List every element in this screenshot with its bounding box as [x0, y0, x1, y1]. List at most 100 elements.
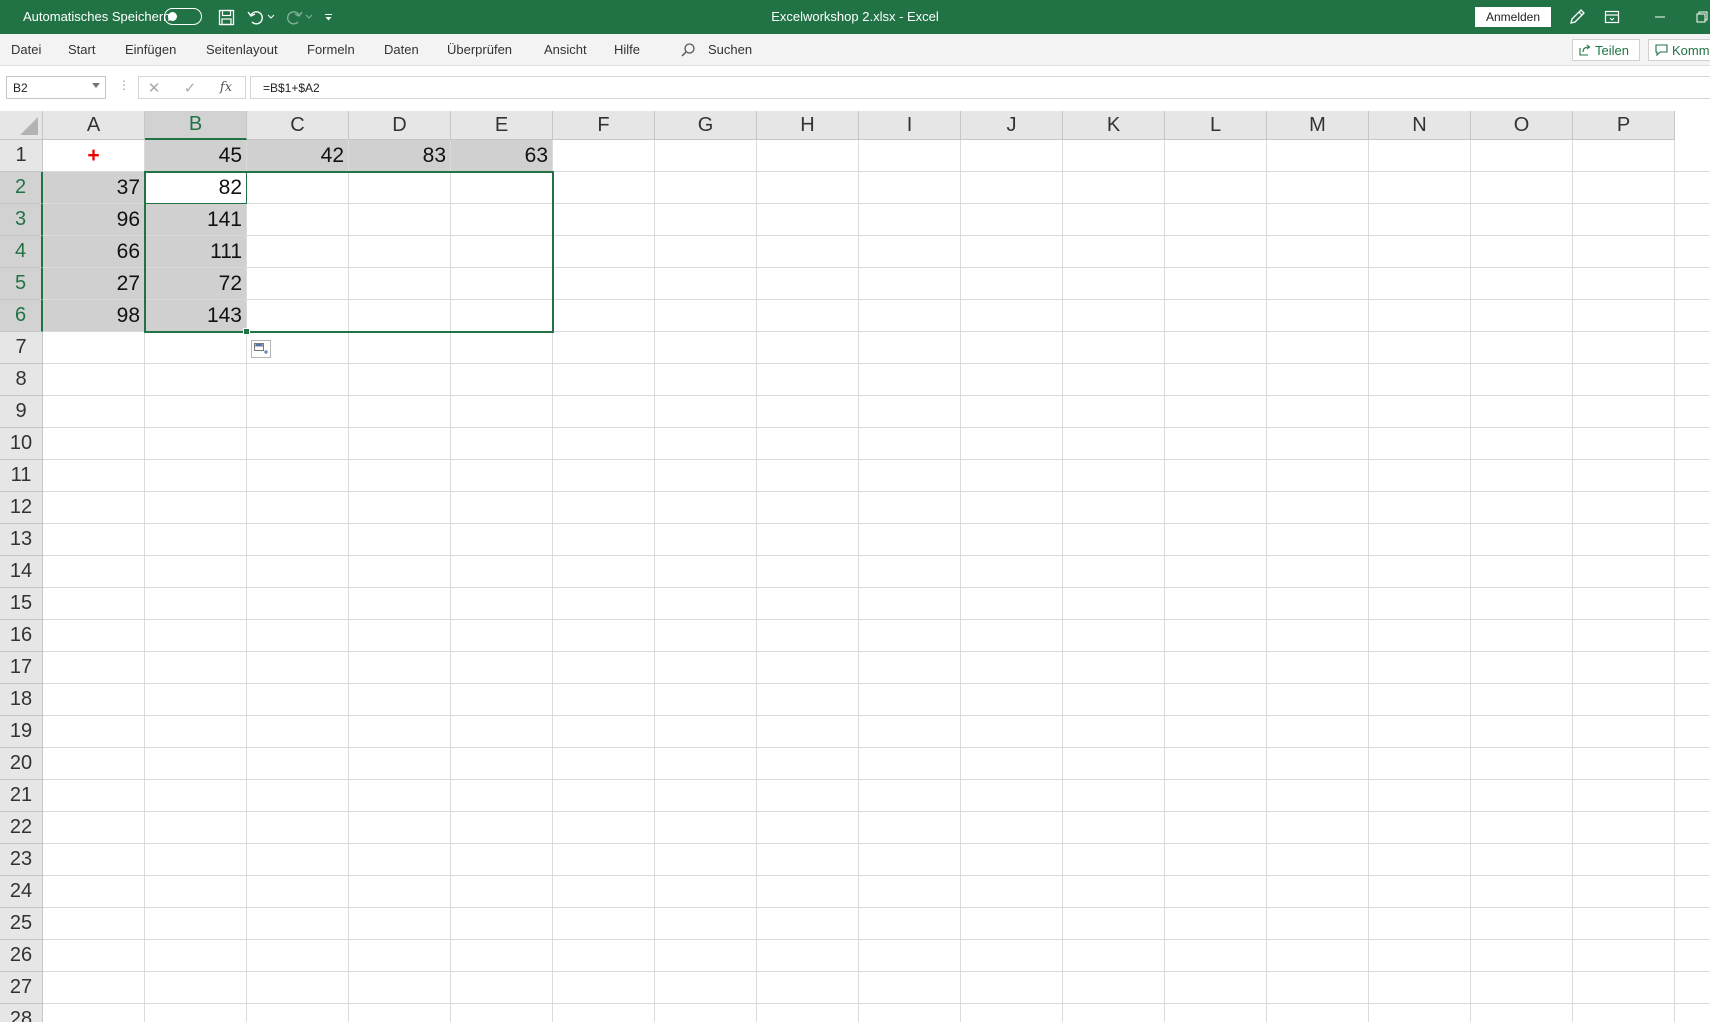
cell[interactable] — [1675, 236, 1710, 268]
cell-g19[interactable] — [655, 716, 757, 748]
cell-g27[interactable] — [655, 972, 757, 1004]
cell-b12[interactable] — [145, 492, 247, 524]
cell-m11[interactable] — [1267, 460, 1369, 492]
cell[interactable] — [1675, 332, 1710, 364]
cell[interactable] — [1675, 844, 1710, 876]
cell-o18[interactable] — [1471, 684, 1573, 716]
cell-l15[interactable] — [1165, 588, 1267, 620]
cell-e27[interactable] — [451, 972, 553, 1004]
cell-o11[interactable] — [1471, 460, 1573, 492]
cell-f2[interactable] — [553, 172, 655, 204]
cell-l10[interactable] — [1165, 428, 1267, 460]
cell-a13[interactable] — [43, 524, 145, 556]
cell-b2[interactable]: 82 — [145, 172, 247, 204]
cell-d28[interactable] — [349, 1004, 451, 1022]
cell-h10[interactable] — [757, 428, 859, 460]
cell-f24[interactable] — [553, 876, 655, 908]
cell-h20[interactable] — [757, 748, 859, 780]
row-header-28[interactable]: 28 — [0, 1004, 43, 1022]
cell-e1[interactable]: 63 — [451, 140, 553, 172]
cell-i27[interactable] — [859, 972, 961, 1004]
cell-f12[interactable] — [553, 492, 655, 524]
cell-a16[interactable] — [43, 620, 145, 652]
cell-n19[interactable] — [1369, 716, 1471, 748]
cell-c9[interactable] — [247, 396, 349, 428]
cell-k24[interactable] — [1063, 876, 1165, 908]
cell-d26[interactable] — [349, 940, 451, 972]
cell-d1[interactable]: 83 — [349, 140, 451, 172]
cell[interactable] — [1675, 972, 1710, 1004]
cell-h14[interactable] — [757, 556, 859, 588]
cell-j2[interactable] — [961, 172, 1063, 204]
cell-p28[interactable] — [1573, 1004, 1675, 1022]
row-header-19[interactable]: 19 — [0, 716, 43, 748]
cell-o1[interactable] — [1471, 140, 1573, 172]
cell[interactable] — [1675, 556, 1710, 588]
tab-seitenlayout[interactable]: Seitenlayout — [206, 42, 278, 57]
cell-e5[interactable] — [451, 268, 553, 300]
cell-m2[interactable] — [1267, 172, 1369, 204]
row-header-14[interactable]: 14 — [0, 556, 43, 588]
cell-i21[interactable] — [859, 780, 961, 812]
cell-k12[interactable] — [1063, 492, 1165, 524]
cell-n17[interactable] — [1369, 652, 1471, 684]
cell-e22[interactable] — [451, 812, 553, 844]
cell-m17[interactable] — [1267, 652, 1369, 684]
cell-m16[interactable] — [1267, 620, 1369, 652]
cell-e3[interactable] — [451, 204, 553, 236]
cell-e9[interactable] — [451, 396, 553, 428]
cell-f19[interactable] — [553, 716, 655, 748]
cell-d5[interactable] — [349, 268, 451, 300]
cell-j26[interactable] — [961, 940, 1063, 972]
cell[interactable] — [1675, 716, 1710, 748]
cell-c27[interactable] — [247, 972, 349, 1004]
cell[interactable] — [1675, 204, 1710, 236]
cell-o3[interactable] — [1471, 204, 1573, 236]
cell-j21[interactable] — [961, 780, 1063, 812]
column-header-m[interactable]: M — [1267, 111, 1369, 140]
cell-f18[interactable] — [553, 684, 655, 716]
cell-n6[interactable] — [1369, 300, 1471, 332]
cell-b9[interactable] — [145, 396, 247, 428]
row-header-4[interactable]: 4 — [0, 236, 43, 268]
cell-c10[interactable] — [247, 428, 349, 460]
cell-l26[interactable] — [1165, 940, 1267, 972]
cell-f6[interactable] — [553, 300, 655, 332]
row-header-13[interactable]: 13 — [0, 524, 43, 556]
row-header-2[interactable]: 2 — [0, 172, 43, 204]
cell-i28[interactable] — [859, 1004, 961, 1022]
cell-m4[interactable] — [1267, 236, 1369, 268]
cell-o9[interactable] — [1471, 396, 1573, 428]
row-header-8[interactable]: 8 — [0, 364, 43, 396]
cell-m3[interactable] — [1267, 204, 1369, 236]
cell-a25[interactable] — [43, 908, 145, 940]
cell-i7[interactable] — [859, 332, 961, 364]
cell-f8[interactable] — [553, 364, 655, 396]
cell-j1[interactable] — [961, 140, 1063, 172]
cell-c12[interactable] — [247, 492, 349, 524]
tab-hilfe[interactable]: Hilfe — [614, 42, 640, 57]
cell-a20[interactable] — [43, 748, 145, 780]
cell-b25[interactable] — [145, 908, 247, 940]
cell-i13[interactable] — [859, 524, 961, 556]
cell-o28[interactable] — [1471, 1004, 1573, 1022]
cell-g16[interactable] — [655, 620, 757, 652]
cell-h8[interactable] — [757, 364, 859, 396]
cell-k9[interactable] — [1063, 396, 1165, 428]
cell-b13[interactable] — [145, 524, 247, 556]
ribbon-display-icon[interactable] — [1600, 6, 1624, 28]
cell-a7[interactable] — [43, 332, 145, 364]
cell-d9[interactable] — [349, 396, 451, 428]
cell-j9[interactable] — [961, 396, 1063, 428]
cell-j25[interactable] — [961, 908, 1063, 940]
cell-j28[interactable] — [961, 1004, 1063, 1022]
cell-p7[interactable] — [1573, 332, 1675, 364]
cell-n16[interactable] — [1369, 620, 1471, 652]
cell-p11[interactable] — [1573, 460, 1675, 492]
cell-k5[interactable] — [1063, 268, 1165, 300]
row-header-21[interactable]: 21 — [0, 780, 43, 812]
minimize-icon[interactable] — [1648, 6, 1672, 28]
cell-m23[interactable] — [1267, 844, 1369, 876]
cell-b18[interactable] — [145, 684, 247, 716]
cell-h12[interactable] — [757, 492, 859, 524]
